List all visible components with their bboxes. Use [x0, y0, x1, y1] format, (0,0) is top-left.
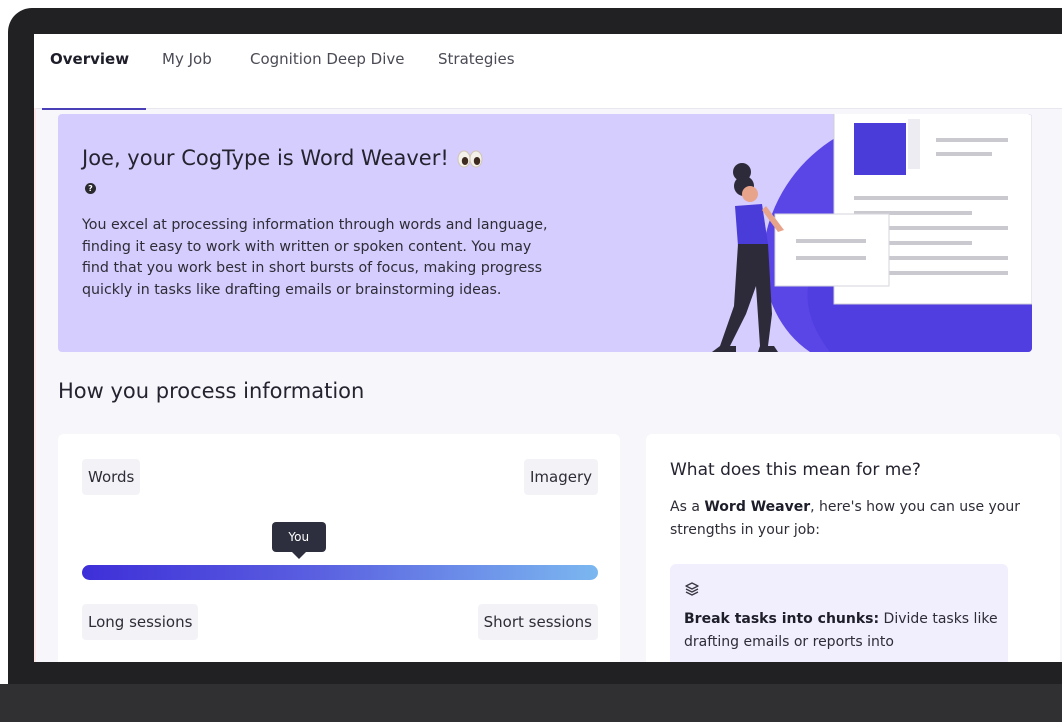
words-imagery-spectrum-bar	[82, 565, 598, 580]
side-accent-strip	[34, 108, 36, 662]
imagery-label: Imagery	[523, 459, 598, 495]
cogtype-title: Joe, your CogType is Word Weaver!	[82, 146, 483, 173]
intro-prefix: As a	[670, 499, 705, 515]
section-title: How you process information	[58, 379, 365, 403]
strategy-text: Break tasks into chunks: Divide tasks li…	[684, 608, 1002, 654]
app-screen: Overview My Job Cognition Deep Dive Stra…	[34, 34, 1062, 662]
tab-my-job[interactable]: My Job	[162, 50, 212, 68]
cogtype-title-text: Joe, your CogType is Word Weaver!	[82, 146, 449, 170]
layers-icon	[684, 581, 700, 601]
short-sessions-label: Short sessions	[477, 604, 598, 640]
processing-spectrum-card: Words Imagery You Long sessions Short se…	[58, 434, 620, 662]
cogtype-description: You excel at processing information thro…	[82, 217, 548, 298]
active-tab-indicator	[42, 108, 146, 110]
meaning-intro: As a Word Weaver, here's how you can use…	[670, 496, 1030, 542]
cogtype-banner: Joe, your CogType is Word Weaver! ? You …	[58, 114, 1032, 352]
meaning-card: What does this mean for me? As a Word We…	[646, 434, 1060, 662]
tab-cognition-deep-dive[interactable]: Cognition Deep Dive	[250, 50, 404, 68]
meaning-title: What does this mean for me?	[670, 460, 921, 480]
eyes-icon	[457, 149, 483, 173]
strategy-card: Break tasks into chunks: Divide tasks li…	[670, 564, 1008, 662]
words-label: Words	[82, 459, 141, 495]
tab-bar: Overview My Job Cognition Deep Dive Stra…	[34, 34, 1062, 109]
strategy-heading: Break tasks into chunks:	[684, 611, 880, 627]
cogtype-name: Word Weaver	[704, 499, 811, 515]
person-reading-illustration	[680, 114, 1032, 352]
question-circle-icon[interactable]: ?	[85, 183, 96, 194]
taskbar-strip	[0, 684, 1062, 722]
tab-overview[interactable]: Overview	[50, 50, 129, 68]
tab-strategies[interactable]: Strategies	[438, 50, 515, 68]
long-sessions-label: Long sessions	[82, 604, 199, 640]
you-marker: You	[271, 522, 326, 559]
